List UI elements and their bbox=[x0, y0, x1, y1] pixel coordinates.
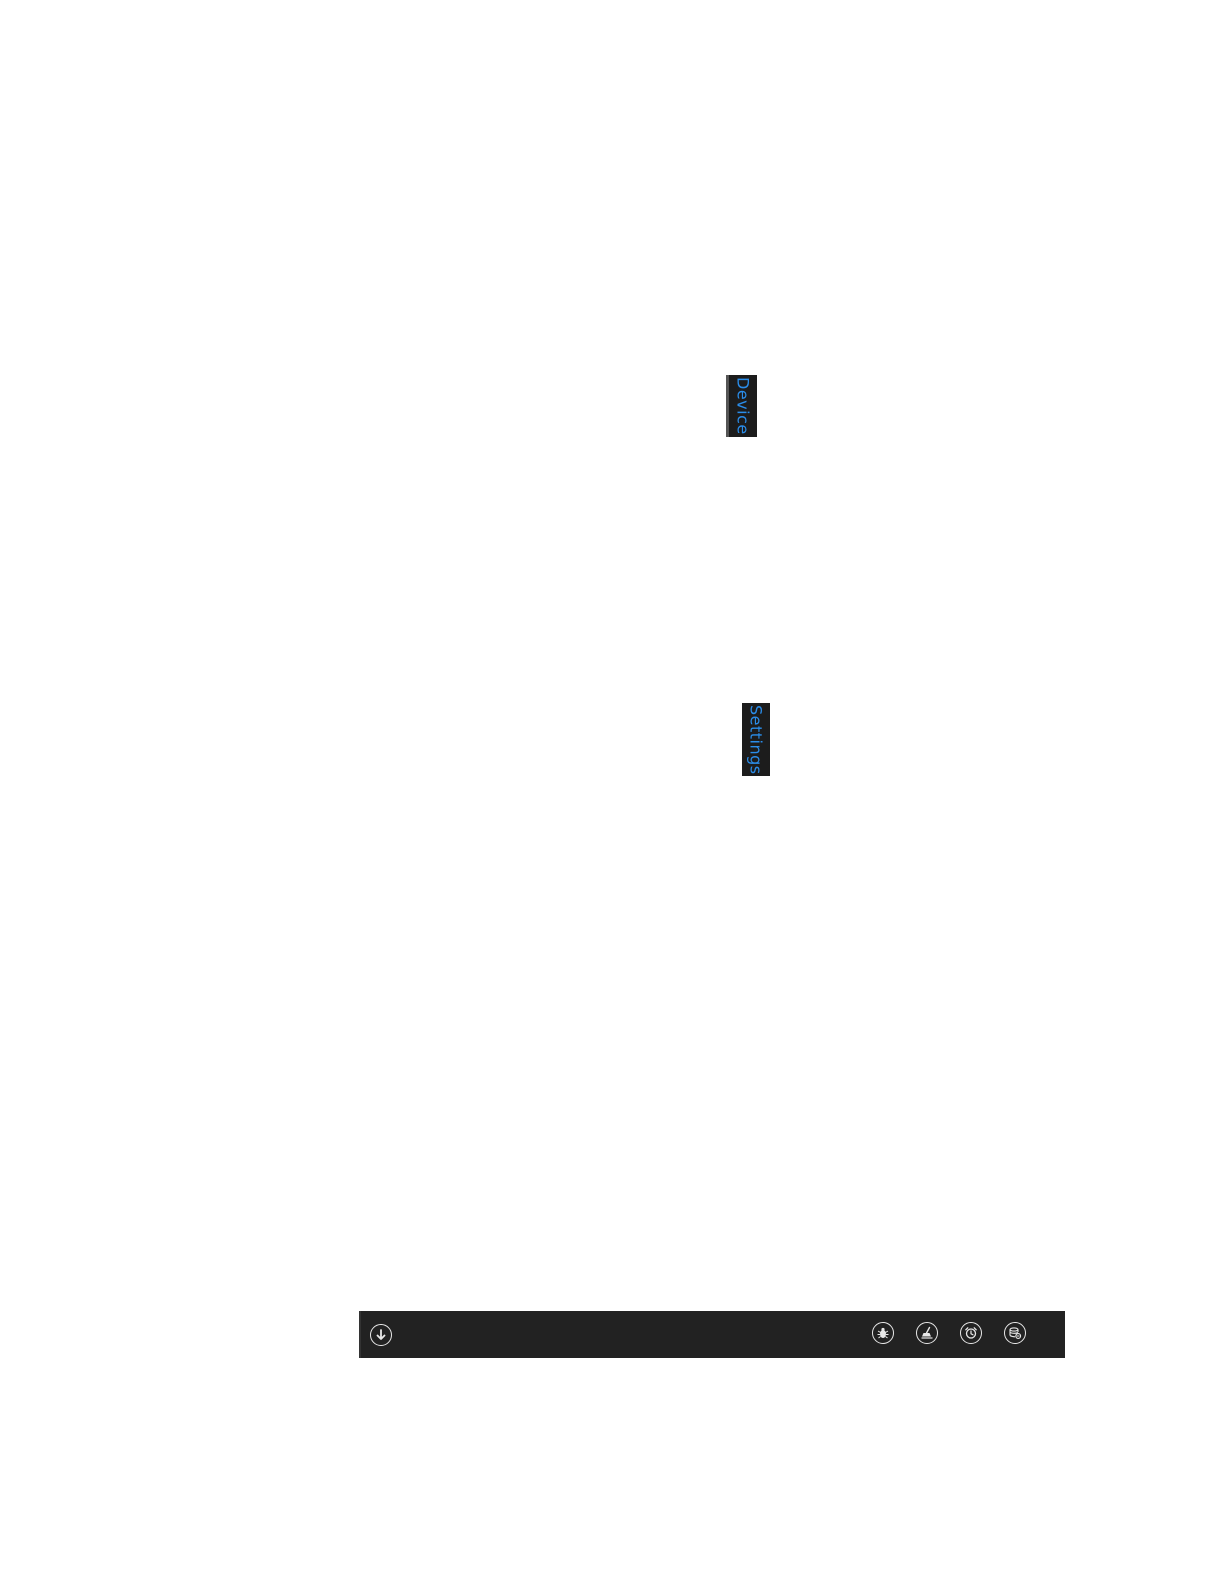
tab-settings-label: Settings bbox=[746, 704, 766, 775]
broom-icon bbox=[921, 1326, 933, 1339]
arrow-down-circle-icon bbox=[376, 1329, 386, 1340]
alarm-clock-icon bbox=[965, 1327, 977, 1339]
tab-device-label: Device bbox=[733, 377, 753, 435]
tab-settings[interactable]: Settings bbox=[742, 703, 770, 776]
expand-app-bar-button[interactable] bbox=[370, 1324, 392, 1346]
database-settings-icon bbox=[1009, 1327, 1022, 1339]
app-bar bbox=[359, 1311, 1065, 1358]
tab-device[interactable]: Device bbox=[726, 375, 757, 437]
bug-icon bbox=[877, 1327, 889, 1339]
timer-button[interactable] bbox=[960, 1322, 982, 1344]
clean-button[interactable] bbox=[916, 1322, 938, 1344]
debug-button[interactable] bbox=[872, 1322, 894, 1344]
storage-button[interactable] bbox=[1004, 1322, 1026, 1344]
